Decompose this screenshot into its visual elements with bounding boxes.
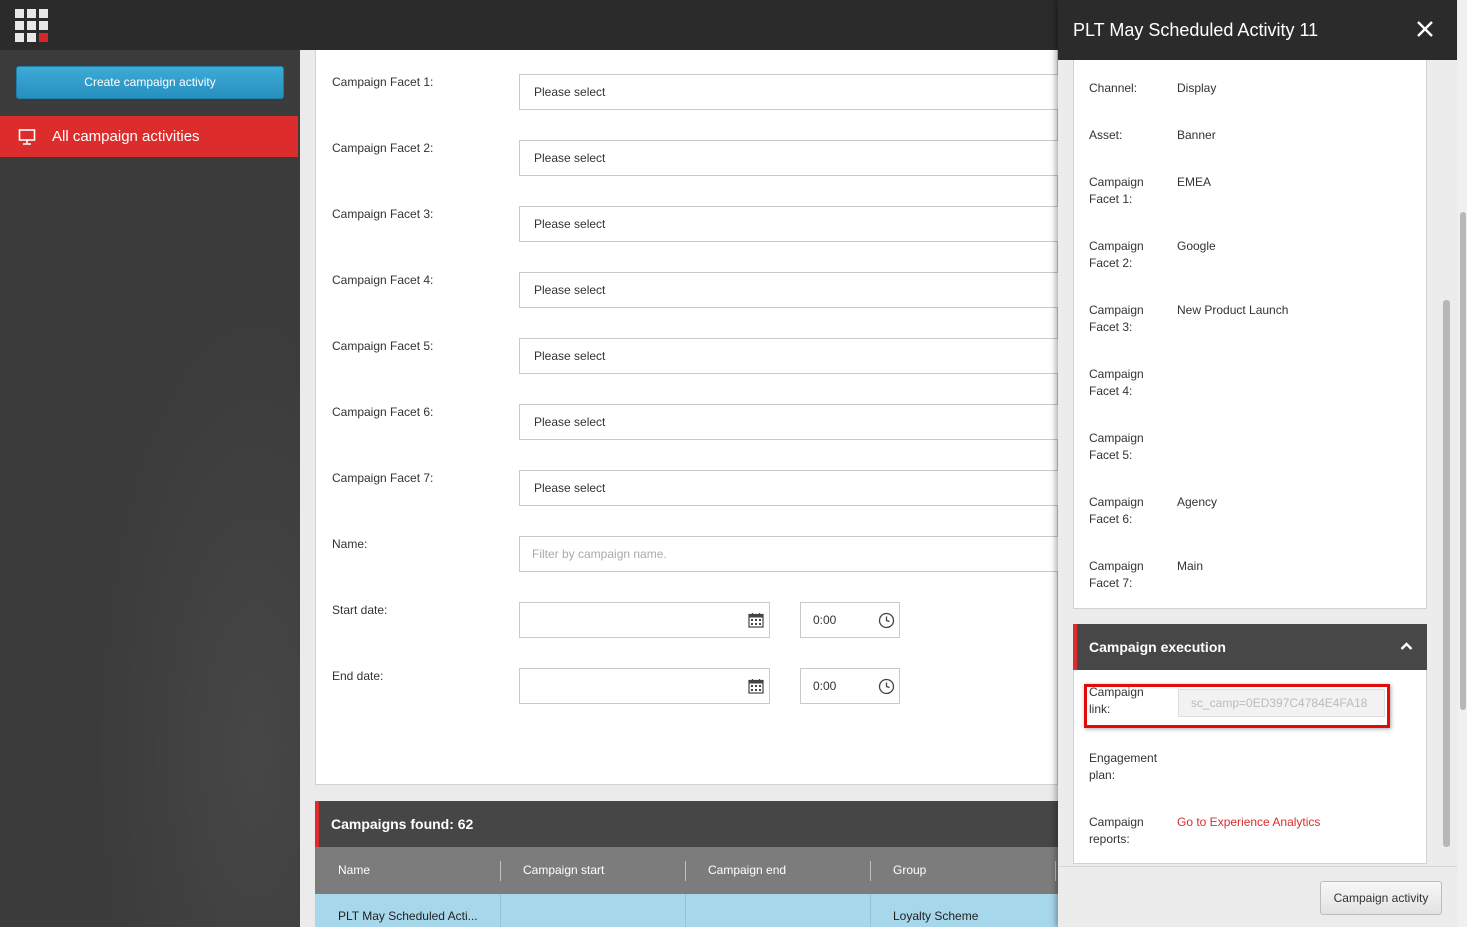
detail-inner-scrollbar[interactable] xyxy=(1443,300,1450,847)
facet-5-label: Campaign Facet 5: xyxy=(1089,431,1144,462)
facet-2-label: Campaign Facet 2: xyxy=(332,141,434,155)
calendar-icon[interactable] xyxy=(748,678,764,694)
facet-5-label: Campaign Facet 5: xyxy=(332,339,434,353)
top-bar xyxy=(0,0,1058,50)
facet-7-value: Main xyxy=(1177,559,1204,573)
campaign-execution-header[interactable]: Campaign execution xyxy=(1073,624,1427,670)
facet-1-label: Campaign Facet 1: xyxy=(332,75,434,89)
facet-3-value: New Product Launch xyxy=(1177,303,1289,317)
facet-1-select[interactable]: Please select xyxy=(519,74,1079,110)
facet-6-value: Agency xyxy=(1177,495,1218,509)
column-header-campaign-start[interactable]: Campaign start xyxy=(500,847,685,894)
facet-3-label: Campaign Facet 3: xyxy=(1089,303,1144,334)
filter-panel: Campaign Facet 1: Please select Campaign… xyxy=(315,50,1079,785)
cell-campaign-start xyxy=(500,894,685,927)
facet-1-value: EMEA xyxy=(1177,175,1212,189)
column-divider[interactable] xyxy=(1055,861,1056,881)
detail-scrollbar-thumb[interactable] xyxy=(1460,212,1466,710)
facet-4-select[interactable]: Please select xyxy=(519,272,1079,308)
cell-campaign-end xyxy=(685,894,870,927)
app-launcher-icon[interactable] xyxy=(15,9,48,42)
asset-label: Asset: xyxy=(1089,128,1123,142)
facet-2-label: Campaign Facet 2: xyxy=(1089,239,1144,270)
campaign-execution-title: Campaign execution xyxy=(1089,639,1226,655)
start-date-input[interactable] xyxy=(519,602,770,638)
sidebar-item-all-campaign-activities[interactable]: All campaign activities xyxy=(0,116,298,157)
detail-title: PLT May Scheduled Activity 11 xyxy=(1073,20,1319,40)
cell-name: PLT May Scheduled Acti... xyxy=(338,909,478,923)
go-to-experience-analytics-link[interactable]: Go to Experience Analytics xyxy=(1177,815,1320,829)
facet-4-label: Campaign Facet 4: xyxy=(1089,367,1144,398)
presentation-board-icon xyxy=(18,129,36,145)
facet-6-label: Campaign Facet 6: xyxy=(332,405,434,419)
engagement-plan-label: Engagement plan: xyxy=(1089,751,1158,782)
clock-icon[interactable] xyxy=(878,678,895,695)
highlight-box xyxy=(1084,684,1390,728)
column-header-group[interactable]: Group xyxy=(870,847,1055,894)
activity-info-box: Channel: Display Asset: Banner Campaign … xyxy=(1073,60,1427,609)
table-header: Name Campaign start Campaign end Group xyxy=(315,847,1058,894)
facet-7-label: Campaign Facet 7: xyxy=(332,471,434,485)
chevron-up-icon[interactable] xyxy=(1400,641,1413,651)
detail-header: PLT May Scheduled Activity 11 xyxy=(1058,0,1457,60)
sidebar: Create campaign activity All campaign ac… xyxy=(0,50,300,927)
column-header-campaign-end[interactable]: Campaign end xyxy=(685,847,870,894)
facet-1-label: Campaign Facet 1: xyxy=(1089,175,1144,206)
create-campaign-activity-button[interactable]: Create campaign activity xyxy=(16,66,284,99)
campaign-activity-button[interactable]: Campaign activity xyxy=(1320,881,1442,915)
calendar-icon[interactable] xyxy=(748,612,764,628)
campaign-execution-box: Campaign link: sc_camp=0ED397C4784E4FA18… xyxy=(1073,670,1427,864)
end-date-input[interactable] xyxy=(519,668,770,704)
channel-label: Channel: xyxy=(1089,81,1138,95)
facet-3-select[interactable]: Please select xyxy=(519,206,1079,242)
channel-value: Display xyxy=(1177,81,1217,95)
facet-6-label: Campaign Facet 6: xyxy=(1089,495,1144,526)
end-time-input[interactable]: 0:00 xyxy=(800,668,900,704)
column-header-name[interactable]: Name xyxy=(315,847,500,894)
facet-5-select[interactable]: Please select xyxy=(519,338,1079,374)
cell-group: Loyalty Scheme xyxy=(893,909,979,923)
facet-6-select[interactable]: Please select xyxy=(519,404,1079,440)
facet-3-label: Campaign Facet 3: xyxy=(332,207,434,221)
facet-7-label: Campaign Facet 7: xyxy=(1089,559,1144,590)
start-time-input[interactable]: 0:00 xyxy=(800,602,900,638)
facet-2-select[interactable]: Please select xyxy=(519,140,1079,176)
start-time-value: 0:00 xyxy=(813,613,837,627)
start-date-label: Start date: xyxy=(332,603,388,617)
clock-icon[interactable] xyxy=(878,612,895,629)
end-time-value: 0:00 xyxy=(813,679,837,693)
facet-4-label: Campaign Facet 4: xyxy=(332,273,434,287)
campaign-detail-panel: PLT May Scheduled Activity 11 Channel: D… xyxy=(1058,0,1467,927)
detail-footer: Campaign activity xyxy=(1058,866,1457,927)
table-row[interactable]: PLT May Scheduled Acti... Loyalty Scheme xyxy=(315,894,1058,927)
facet-7-select[interactable]: Please select xyxy=(519,470,1079,506)
name-label: Name: xyxy=(332,537,368,551)
campaigns-found-header: Campaigns found: 62 xyxy=(315,801,1058,847)
campaign-reports-label: Campaign reports: xyxy=(1089,815,1144,846)
experience-analytics-link-wrap: Go to Experience Analytics xyxy=(1177,814,1320,831)
facet-2-value: Google xyxy=(1177,239,1216,253)
name-filter-input[interactable]: Filter by campaign name. xyxy=(519,536,1079,572)
asset-value: Banner xyxy=(1177,128,1216,142)
end-date-label: End date: xyxy=(332,669,384,683)
sidebar-item-label: All campaign activities xyxy=(52,128,200,145)
main-content: Campaign Facet 1: Please select Campaign… xyxy=(300,50,1079,927)
close-icon[interactable] xyxy=(1415,19,1435,39)
